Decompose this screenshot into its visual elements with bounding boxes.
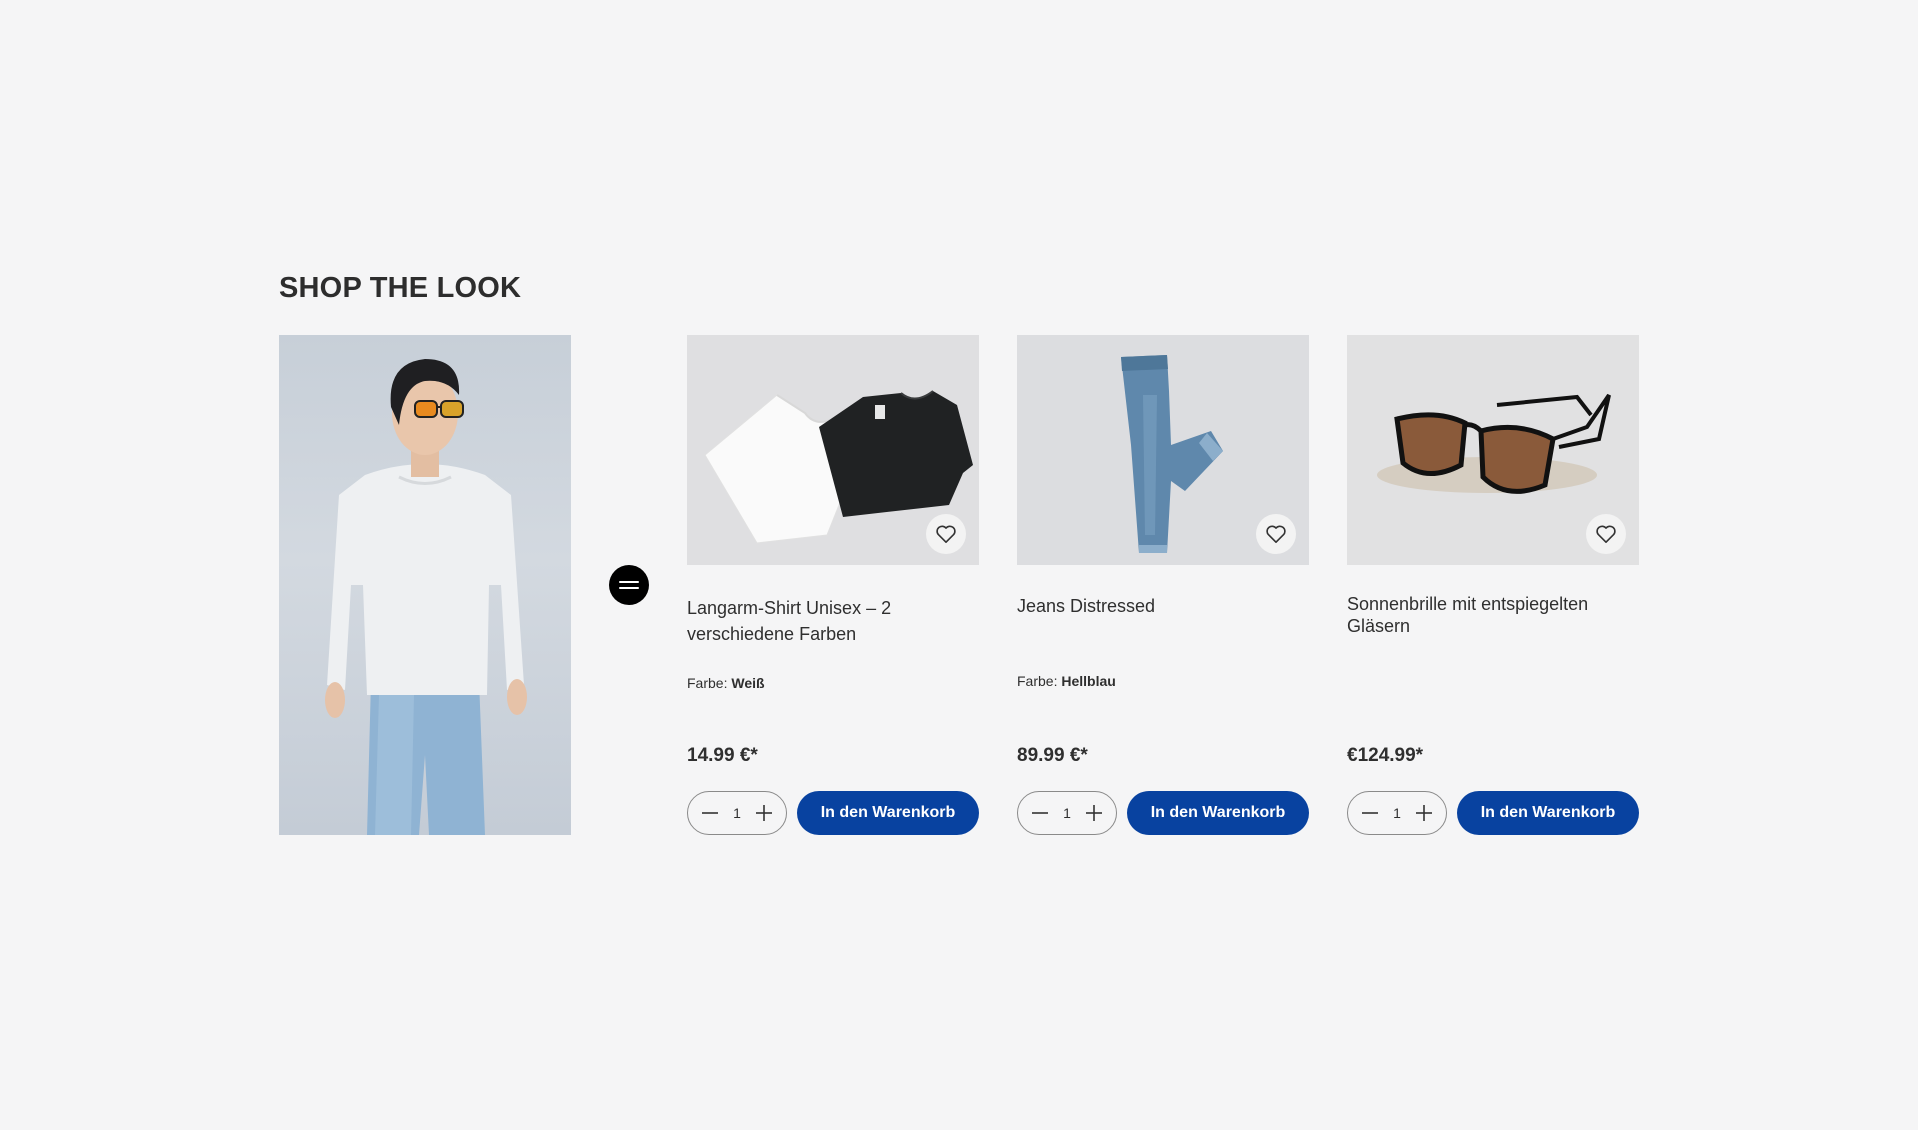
product-price: €124.99* xyxy=(1347,745,1424,766)
quantity-stepper[interactable]: 1 xyxy=(687,791,787,835)
variant-value: Weiß xyxy=(731,675,765,691)
product-card-jeans: Jeans Distressed Farbe: Hellblau 89.99 €… xyxy=(1017,335,1309,835)
variant-label: Farbe: xyxy=(687,675,728,691)
product-name[interactable]: Langarm-Shirt Unisex – 2 verschiedene Fa… xyxy=(687,595,917,647)
section-title: SHOP THE LOOK xyxy=(279,272,522,304)
plus-icon[interactable] xyxy=(1084,803,1104,823)
variant-value: Hellblau xyxy=(1061,673,1116,689)
product-image[interactable] xyxy=(687,335,979,565)
product-price: 14.99 €* xyxy=(687,745,758,766)
wishlist-button[interactable] xyxy=(1586,514,1626,554)
product-variant: Farbe: Weiß xyxy=(687,675,765,691)
product-variant: Farbe: Hellblau xyxy=(1017,673,1116,689)
product-card-shirt: Langarm-Shirt Unisex – 2 verschiedene Fa… xyxy=(687,335,979,835)
quantity-stepper[interactable]: 1 xyxy=(1347,791,1447,835)
wishlist-button[interactable] xyxy=(1256,514,1296,554)
plus-icon[interactable] xyxy=(754,803,774,823)
minus-icon[interactable] xyxy=(700,803,720,823)
heart-icon xyxy=(936,525,956,543)
minus-icon[interactable] xyxy=(1360,803,1380,823)
product-card-sunglasses: Sonnenbrille mit entspiegelten Gläsern €… xyxy=(1347,335,1639,835)
product-price: 89.99 €* xyxy=(1017,745,1088,766)
product-image[interactable] xyxy=(1347,335,1639,565)
product-name[interactable]: Sonnenbrille mit entspiegelten Gläsern xyxy=(1347,593,1639,637)
model-illustration xyxy=(325,359,527,835)
look-image xyxy=(279,335,571,835)
wishlist-button[interactable] xyxy=(926,514,966,554)
variant-label: Farbe: xyxy=(1017,673,1058,689)
heart-icon xyxy=(1266,525,1286,543)
product-name[interactable]: Jeans Distressed xyxy=(1017,593,1247,619)
quantity-value[interactable]: 1 xyxy=(1393,805,1401,821)
add-to-cart-button[interactable]: In den Warenkorb xyxy=(797,791,979,835)
plus-icon[interactable] xyxy=(1414,803,1434,823)
add-to-cart-button[interactable]: In den Warenkorb xyxy=(1127,791,1309,835)
add-to-cart-button[interactable]: In den Warenkorb xyxy=(1457,791,1639,835)
product-image[interactable] xyxy=(1017,335,1309,565)
heart-icon xyxy=(1596,525,1616,543)
quantity-value[interactable]: 1 xyxy=(1063,805,1071,821)
minus-icon[interactable] xyxy=(1030,803,1050,823)
quantity-stepper[interactable]: 1 xyxy=(1017,791,1117,835)
quantity-value[interactable]: 1 xyxy=(733,805,741,821)
equals-icon xyxy=(609,565,649,605)
